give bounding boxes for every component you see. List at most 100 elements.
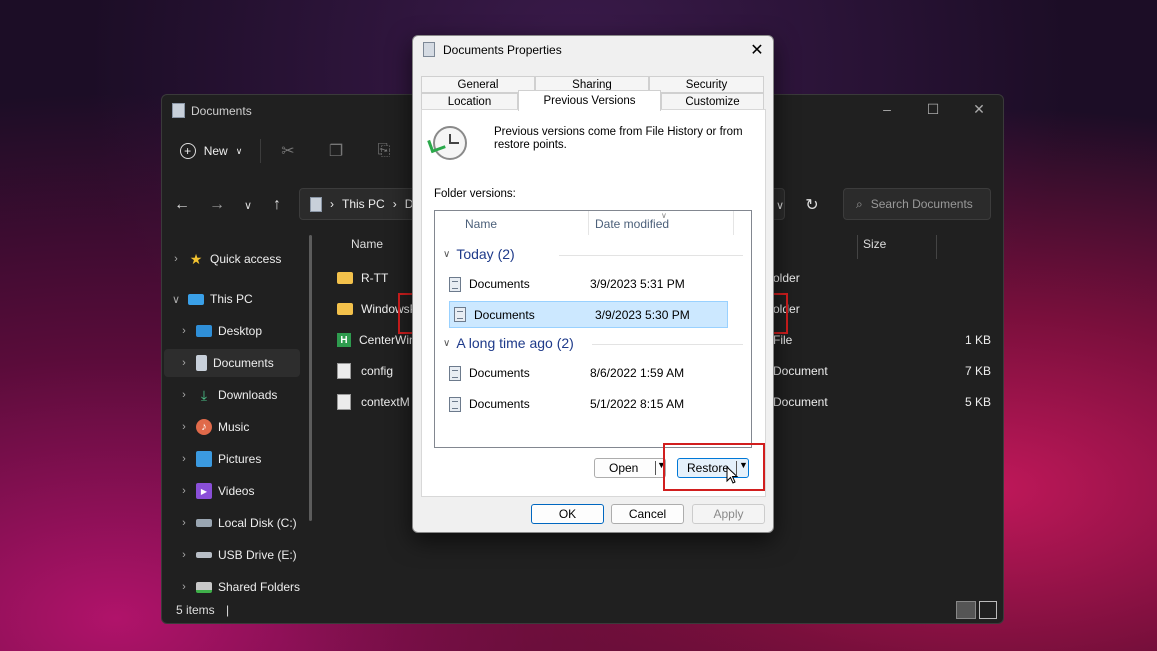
close-window-button[interactable]: ✕ [956,95,1002,123]
file-size: 5 KB [964,395,991,409]
version-date: 3/9/2023 5:31 PM [590,277,685,291]
version-name: Documents [469,277,530,291]
file-type: Document [773,364,828,378]
sidebar-item-this-pc[interactable]: ∨ This PC [164,285,300,313]
refresh-icon[interactable]: ↻ [798,191,826,219]
sidebar-item-label: Documents [213,356,274,370]
search-input[interactable]: ⌕ Search Documents [843,188,991,220]
column-header-name[interactable]: Name [465,217,497,231]
group-divider [559,255,743,256]
chevron-down-icon: ∨ [443,248,451,260]
hosts-file-icon: H [337,333,351,347]
column-header-name[interactable]: Name [351,237,383,251]
chevron-down-icon: ∨ [171,293,181,306]
search-icon: ⌕ [856,196,863,211]
cancel-button[interactable]: Cancel [611,504,684,524]
explorer-titlebar: Documents [172,103,252,118]
group-header-long-time-ago[interactable]: ∨ A long time ago (2) [443,335,574,351]
config-file-icon [337,363,351,379]
sidebar-scrollbar[interactable] [309,235,312,521]
sidebar-item-quick-access[interactable]: › ★ Quick access [164,245,300,273]
sidebar-item-documents[interactable]: › Documents [164,349,300,377]
tab-customize[interactable]: Customize [661,93,764,110]
file-size: 1 KB [964,333,991,347]
music-icon: ♪ [196,419,212,435]
version-row[interactable]: Documents 5/1/2022 8:15 AM [449,391,729,417]
version-name: Documents [474,307,535,322]
column-header-size[interactable]: Size [863,237,886,251]
version-date: 8/6/2022 1:59 AM [590,366,685,380]
network-folder-icon [196,581,212,593]
group-label: A long time ago (2) [456,335,574,351]
chevron-right-icon: › [182,549,186,561]
version-row[interactable]: Documents 8/6/2022 1:59 AM [449,360,729,386]
chevron-right-icon: › [182,485,186,497]
file-type: older [773,271,800,285]
sidebar-item-local-disk[interactable]: › Local Disk (C:) [172,509,308,537]
plus-circle-icon: + [179,143,196,159]
column-divider [588,211,589,235]
cut-icon[interactable]: ✂ [272,135,304,167]
window-title: Documents [191,103,252,118]
sidebar-item-usb-drive[interactable]: › USB Drive (E:) [172,541,308,569]
new-label: New [203,144,228,158]
downloads-icon: ⤓ [200,386,208,403]
breadcrumb-separator-icon: › [392,197,397,211]
versions-list[interactable]: Name Date modified ∨ ∨ Today (2) Documen… [434,210,752,448]
paste-icon[interactable]: ⎘ [368,135,400,167]
new-button[interactable]: + New ∨ [176,135,246,167]
sidebar-item-music[interactable]: › ♪ Music [172,413,308,441]
desktop-icon [196,325,212,337]
sidebar-item-pictures[interactable]: › Pictures [172,445,308,473]
item-count: 5 items [176,603,215,617]
open-button[interactable]: Open ▼ [594,458,666,478]
status-bar: 5 items | [176,603,229,617]
recent-locations-chevron-icon[interactable]: ∨ [234,191,262,219]
column-header-date[interactable]: Date modified [595,217,669,231]
version-row-selected[interactable]: Documents 3/9/2023 5:30 PM [449,301,728,328]
close-icon[interactable]: ✕ [743,38,771,62]
details-view-icon[interactable] [956,601,976,619]
sidebar-item-shared-folders[interactable]: › Shared Folders [172,573,308,601]
sidebar-item-videos[interactable]: › ▶ Videos [172,477,308,505]
chevron-right-icon: › [174,253,178,265]
chevron-right-icon: › [182,421,186,433]
back-arrow-icon[interactable]: ← [168,191,196,219]
chevron-right-icon: › [182,517,186,529]
file-name: R-TT [361,271,389,285]
sidebar-item-label: This PC [210,292,253,306]
this-pc-icon [310,196,322,212]
sidebar-item-downloads[interactable]: › ⤓ Downloads [172,381,308,409]
open-label: Open [609,461,639,475]
sidebar-item-desktop[interactable]: › Desktop [172,317,308,345]
chevron-right-icon: › [182,325,186,337]
maximize-button[interactable]: ☐ [910,95,956,123]
sidebar-item-label: Desktop [218,324,263,338]
tab-location[interactable]: Location [421,93,518,110]
group-header-today[interactable]: ∨ Today (2) [443,246,515,262]
column-divider [857,235,858,259]
version-row[interactable]: Documents 3/9/2023 5:31 PM [449,271,729,297]
group-label: Today (2) [456,246,515,262]
breadcrumb-separator-icon: › [330,197,334,211]
forward-arrow-icon[interactable]: → [203,191,231,219]
sidebar-item-label: USB Drive (E:) [218,548,297,562]
tiles-view-icon[interactable] [979,601,997,619]
ok-button[interactable]: OK [531,504,604,524]
computer-icon [188,293,204,305]
minimize-button[interactable]: – [864,95,910,123]
copy-icon[interactable]: ❐ [320,135,352,167]
sidebar-item-label: Downloads [218,388,278,402]
apply-button[interactable]: Apply [692,504,765,524]
chevron-right-icon: › [182,581,186,593]
tab-security[interactable]: Security [649,76,764,93]
chevron-down-icon: ∨ [443,337,451,349]
breadcrumb-this-pc[interactable]: This PC [342,197,385,211]
up-arrow-icon[interactable]: ↑ [263,191,291,219]
file-type: File [773,333,793,347]
chevron-right-icon: › [182,453,186,465]
dialog-titlebar: Documents Properties [423,42,562,57]
sidebar-item-label: Videos [218,484,255,498]
folder-document-icon [449,276,461,292]
tab-previous-versions[interactable]: Previous Versions [518,90,661,111]
